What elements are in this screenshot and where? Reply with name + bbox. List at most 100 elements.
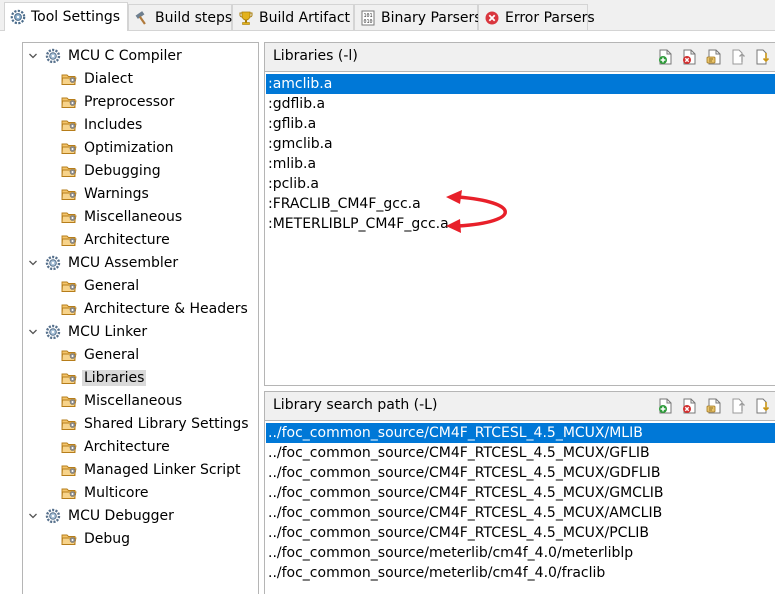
chevron-down-icon[interactable]: [27, 257, 39, 269]
search-path-item[interactable]: ../foc_common_source/CM4F_RTCESL_4.5_MCU…: [266, 523, 775, 543]
tree-group-mcu-c-compiler[interactable]: MCU C Compiler: [27, 44, 184, 67]
edit-icon[interactable]: [705, 397, 723, 415]
tree-group-label: MCU Debugger: [68, 507, 174, 524]
edit-icon[interactable]: [705, 48, 723, 66]
chevron-down-icon[interactable]: [27, 326, 39, 338]
tab-binary-parsers[interactable]: 101 010 Binary Parsers: [354, 4, 482, 30]
tree-group-mcu-assembler[interactable]: MCU Assembler: [27, 251, 180, 274]
tree-item-miscellaneous[interactable]: Miscellaneous: [61, 205, 184, 228]
tree-group-mcu-linker[interactable]: MCU Linker: [27, 320, 149, 343]
error-icon: [485, 11, 499, 24]
tree-item-label: Warnings: [84, 185, 149, 202]
tree-item-architecture[interactable]: Architecture: [61, 228, 172, 251]
tree-item-shared-library-settings[interactable]: Shared Library Settings: [61, 412, 251, 435]
search-path-item[interactable]: ../foc_common_source/CM4F_RTCESL_4.5_MCU…: [266, 463, 775, 483]
tree-item-label: Shared Library Settings: [84, 415, 249, 432]
tab-label: Error Parsers: [505, 9, 595, 26]
move-up-icon[interactable]: [729, 48, 747, 66]
tree-item-dialect[interactable]: Dialect: [61, 67, 135, 90]
library-item[interactable]: :METERLIBLP_CM4F_gcc.a: [266, 214, 775, 234]
tree-item-label: Dialect: [84, 70, 133, 87]
folder-gear-icon: [61, 94, 77, 110]
tree-item-optimization[interactable]: Optimization: [61, 136, 176, 159]
search-path-item[interactable]: ../foc_common_source/CM4F_RTCESL_4.5_MCU…: [266, 503, 775, 523]
folder-gear-icon: [61, 416, 77, 432]
folder-gear-icon: [61, 531, 77, 547]
tree-item-architecture-headers[interactable]: Architecture & Headers: [61, 297, 250, 320]
tree-item-debugging[interactable]: Debugging: [61, 159, 163, 182]
tab-build-artifact[interactable]: Build Artifact: [232, 4, 354, 30]
tree-item-label: General: [84, 346, 140, 363]
search-path-item[interactable]: ../foc_common_source/meterlib/cm4f_4.0/f…: [266, 563, 775, 583]
tab-tool-settings[interactable]: Tool Settings: [4, 2, 128, 31]
folder-gear-icon: [61, 163, 77, 179]
search-path-item[interactable]: ../foc_common_source/CM4F_RTCESL_4.5_MCU…: [266, 443, 775, 463]
tree-group-label: MCU Linker: [68, 323, 148, 340]
tree-item-label: Miscellaneous: [84, 392, 183, 409]
tree-item-multicore[interactable]: Multicore: [61, 481, 151, 504]
search-path-item[interactable]: ../foc_common_source/meterlib/cm4f_4.0/m…: [266, 543, 775, 563]
library-item[interactable]: :amclib.a: [266, 74, 775, 94]
tree-item-architecture[interactable]: Architecture: [61, 435, 172, 458]
delete-icon[interactable]: [681, 48, 699, 66]
gear-icon: [45, 508, 61, 524]
svg-text:010: 010: [363, 19, 372, 25]
tree-item-managed-linker-script[interactable]: Managed Linker Script: [61, 458, 243, 481]
library-item[interactable]: :gdflib.a: [266, 94, 775, 114]
tree-item-label: General: [84, 277, 140, 294]
chevron-down-icon[interactable]: [27, 510, 39, 522]
tree-item-libraries[interactable]: Libraries: [61, 366, 147, 389]
library-item[interactable]: :FRACLIB_CM4F_gcc.a: [266, 194, 775, 214]
tree-item-label: Managed Linker Script: [84, 461, 241, 478]
folder-gear-icon: [61, 232, 77, 248]
tree-group-label: MCU Assembler: [68, 254, 179, 271]
tree-group-mcu-debugger[interactable]: MCU Debugger: [27, 504, 176, 527]
tab-error-parsers[interactable]: Error Parsers: [478, 4, 595, 30]
tab-bar: Tool Settings Build steps Build Artifact…: [0, 0, 775, 31]
tree-item-miscellaneous[interactable]: Miscellaneous: [61, 389, 184, 412]
folder-gear-icon: [61, 393, 77, 409]
search-path-toolbar: [657, 397, 771, 415]
folder-gear-icon: [61, 71, 77, 87]
tree-item-includes[interactable]: Includes: [61, 113, 144, 136]
gear-icon: [45, 255, 61, 271]
search-path-item[interactable]: ../foc_common_source/CM4F_RTCESL_4.5_MCU…: [266, 483, 775, 503]
library-item[interactable]: :pclib.a: [266, 174, 775, 194]
tab-label: Tool Settings: [31, 9, 121, 25]
tree-group-label: MCU C Compiler: [68, 47, 182, 64]
trophy-icon: [239, 11, 253, 25]
folder-gear-icon: [61, 301, 77, 317]
folder-gear-icon: [61, 462, 77, 478]
folder-gear-icon: [61, 186, 77, 202]
move-up-icon[interactable]: [729, 397, 747, 415]
tree-item-preprocessor[interactable]: Preprocessor: [61, 90, 176, 113]
folder-gear-icon: [61, 278, 77, 294]
folder-gear-icon: [61, 140, 77, 156]
tree-item-general[interactable]: General: [61, 343, 141, 366]
move-down-icon[interactable]: [753, 48, 771, 66]
search-path-item[interactable]: ../foc_common_source/CM4F_RTCESL_4.5_MCU…: [266, 423, 775, 443]
gear-icon: [45, 48, 61, 64]
tree-item-general[interactable]: General: [61, 274, 141, 297]
search-path-title: Library search path (-L): [273, 397, 438, 413]
tree-item-label: Multicore: [84, 484, 149, 501]
library-item[interactable]: :gflib.a: [266, 114, 775, 134]
tree-item-label: Architecture: [84, 438, 170, 455]
tree-item-warnings[interactable]: Warnings: [61, 182, 151, 205]
tab-build-steps[interactable]: Build steps: [128, 4, 232, 30]
add-icon[interactable]: [657, 397, 675, 415]
search-path-panel-header: Library search path (-L): [265, 392, 775, 421]
tree-item-label: Architecture & Headers: [84, 300, 248, 317]
library-item[interactable]: :mlib.a: [266, 154, 775, 174]
folder-gear-icon: [61, 485, 77, 501]
move-down-icon[interactable]: [753, 397, 771, 415]
library-item[interactable]: :gmclib.a: [266, 134, 775, 154]
tree-item-debug[interactable]: Debug: [61, 527, 132, 550]
delete-icon[interactable]: [681, 397, 699, 415]
libraries-panel-header: Libraries (-l): [265, 43, 775, 72]
chevron-down-icon[interactable]: [27, 50, 39, 62]
add-icon[interactable]: [657, 48, 675, 66]
tree-item-label: Optimization: [84, 139, 174, 156]
tree-item-label: Miscellaneous: [84, 208, 183, 225]
gear-icon: [10, 9, 26, 25]
